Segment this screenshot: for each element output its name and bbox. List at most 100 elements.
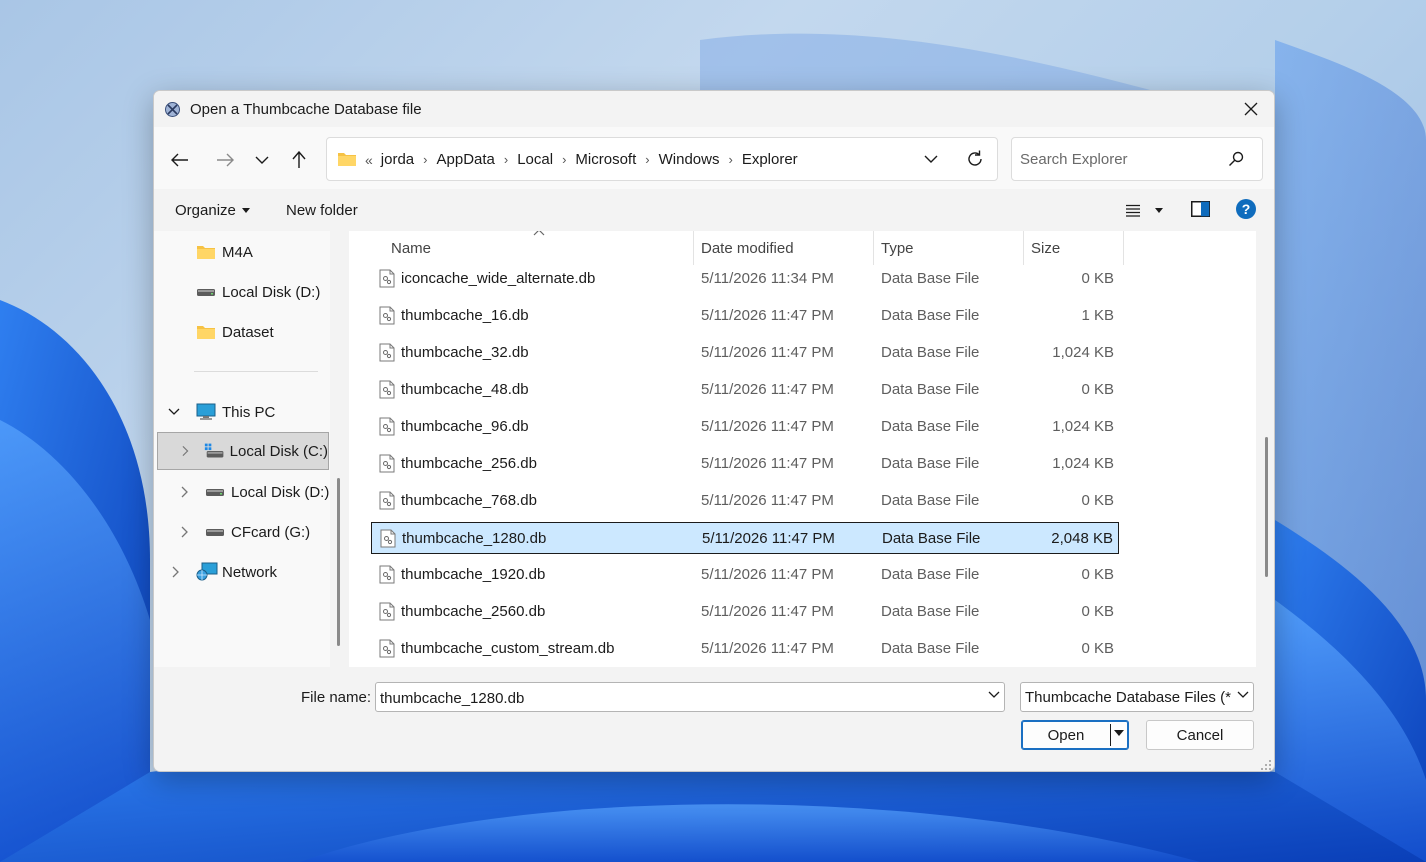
nav-item-cfcard-g[interactable]: CFcard (G:) <box>181 516 310 548</box>
refresh-icon[interactable] <box>965 149 985 169</box>
forward-button[interactable] <box>211 146 239 174</box>
address-dropdown-chevron-icon[interactable] <box>923 151 939 167</box>
file-row[interactable]: thumbcache_2560.db 5/11/2026 11:47 PM Data… <box>371 596 1119 628</box>
search-icon[interactable] <box>1228 151 1244 167</box>
preview-pane-icon[interactable] <box>1191 201 1210 217</box>
nav-item-local-disk-d-quick[interactable]: Local Disk (D:) <box>196 276 320 308</box>
arrow-right-icon <box>217 153 234 167</box>
file-size: 0 KB <box>1081 566 1114 583</box>
chevron-right-icon[interactable]: › <box>504 152 508 167</box>
open-button[interactable]: Open <box>1021 720 1129 750</box>
column-header-date-modified[interactable]: Date modified <box>701 231 794 265</box>
file-row[interactable]: thumbcache_16.db 5/11/2026 11:47 PM Data B… <box>371 300 1119 332</box>
file-name: thumbcache_256.db <box>401 455 537 472</box>
back-button[interactable] <box>166 146 194 174</box>
column-header-type[interactable]: Type <box>881 231 914 265</box>
file-type-select[interactable]: Thumbcache Database Files (*.db) <box>1020 682 1254 712</box>
database-file-icon <box>380 529 396 548</box>
chevron-right-icon[interactable] <box>172 566 180 578</box>
column-divider[interactable] <box>693 231 694 265</box>
file-type: Data Base File <box>881 381 980 398</box>
file-name-input[interactable] <box>380 688 970 708</box>
chevron-right-icon[interactable] <box>181 486 189 498</box>
file-name: thumbcache_1920.db <box>401 566 546 583</box>
folder-icon <box>197 326 215 339</box>
nav-item-dataset[interactable]: Dataset <box>196 316 274 348</box>
breadcrumb-appdata[interactable]: AppData <box>437 151 495 168</box>
database-file-icon <box>379 565 395 584</box>
help-icon[interactable]: ? <box>1236 199 1256 219</box>
view-list-icon[interactable] <box>1125 204 1141 218</box>
navigation-scrollbar[interactable] <box>337 478 340 646</box>
file-row[interactable]: thumbcache_32.db 5/11/2026 11:47 PM Data B… <box>371 337 1119 369</box>
breadcrumb-jorda[interactable]: jorda <box>381 151 414 168</box>
file-date-modified: 5/11/2026 11:47 PM <box>701 640 834 657</box>
column-header-size[interactable]: Size <box>1031 231 1060 265</box>
file-size: 0 KB <box>1081 603 1114 620</box>
search-input[interactable] <box>1020 148 1220 170</box>
file-row[interactable]: thumbcache_256.db 5/11/2026 11:47 PM Data … <box>371 448 1119 480</box>
new-folder-button[interactable]: New folder <box>286 202 358 219</box>
file-size: 1,024 KB <box>1052 418 1114 435</box>
file-date-modified: 5/11/2026 11:47 PM <box>701 418 834 435</box>
chevron-down-icon[interactable] <box>168 408 180 416</box>
file-date-modified: 5/11/2026 11:47 PM <box>701 492 834 509</box>
breadcrumb-windows[interactable]: Windows <box>659 151 720 168</box>
chevron-down-icon[interactable] <box>1237 691 1249 699</box>
chevron-right-icon[interactable]: › <box>645 152 649 167</box>
file-row[interactable]: thumbcache_48.db 5/11/2026 11:47 PM Data B… <box>371 374 1119 406</box>
chevron-right-icon[interactable]: › <box>728 152 732 167</box>
database-file-icon <box>379 343 395 362</box>
file-type: Data Base File <box>881 270 980 287</box>
view-options-caret-icon[interactable] <box>1155 208 1163 213</box>
navigation-pane: M4A Local Disk (D:) Dataset This PC Loca… <box>154 231 330 667</box>
organize-button[interactable]: Organize <box>175 202 250 219</box>
file-row[interactable]: iconcache_wide_alternate.db 5/11/2026 11:… <box>371 263 1119 295</box>
chevron-down-icon <box>255 156 269 164</box>
file-row[interactable]: thumbcache_768.db 5/11/2026 11:47 PM Data … <box>371 485 1119 517</box>
nav-item-label: Dataset <box>222 323 274 341</box>
cancel-button[interactable]: Cancel <box>1146 720 1254 750</box>
chevron-right-icon[interactable] <box>181 526 189 538</box>
up-button[interactable] <box>285 146 313 174</box>
caret-down-icon[interactable] <box>1114 730 1124 736</box>
chevron-right-icon[interactable] <box>182 445 189 457</box>
file-type-value: Thumbcache Database Files (*.db) <box>1025 689 1231 706</box>
file-row[interactable]: thumbcache_1280.db 5/11/2026 11:47 PM Data… <box>371 522 1119 554</box>
chevron-down-icon[interactable] <box>988 691 1000 699</box>
column-header-name[interactable]: Name <box>391 231 431 265</box>
chevron-right-icon[interactable]: › <box>562 152 566 167</box>
nav-item-local-disk-c[interactable]: Local Disk (C:) <box>157 432 329 470</box>
chevron-right-icon[interactable]: › <box>423 152 427 167</box>
file-row[interactable]: thumbcache_96.db 5/11/2026 11:47 PM Data B… <box>371 411 1119 443</box>
nav-item-local-disk-d[interactable]: Local Disk (D:) <box>181 476 329 508</box>
recent-locations-button[interactable] <box>248 146 276 174</box>
file-size: 0 KB <box>1081 270 1114 287</box>
file-row[interactable]: thumbcache_1920.db 5/11/2026 11:47 PM Data… <box>371 559 1119 591</box>
file-date-modified: 5/11/2026 11:47 PM <box>701 344 834 361</box>
file-type: Data Base File <box>881 603 980 620</box>
resize-grip-icon[interactable] <box>1260 759 1272 771</box>
dialog-title: Open a Thumbcache Database file <box>190 101 422 118</box>
file-name-combobox[interactable] <box>375 682 1005 712</box>
nav-item-label: Local Disk (D:) <box>222 283 321 301</box>
file-date-modified: 5/11/2026 11:47 PM <box>701 603 834 620</box>
column-divider[interactable] <box>1123 231 1124 265</box>
search-box[interactable] <box>1011 137 1263 181</box>
file-row[interactable]: thumbcache_custom_stream.db 5/11/2026 11:… <box>371 633 1119 665</box>
nav-item-network[interactable]: Network <box>172 556 277 588</box>
breadcrumb-explorer[interactable]: Explorer <box>742 151 798 168</box>
column-divider[interactable] <box>873 231 874 265</box>
breadcrumb-microsoft[interactable]: Microsoft <box>575 151 636 168</box>
nav-item-m4a[interactable]: M4A <box>196 236 253 268</box>
nav-item-label: CFcard (G:) <box>231 523 311 541</box>
file-list-scrollbar[interactable] <box>1265 437 1268 577</box>
close-button[interactable] <box>1228 91 1274 127</box>
file-name: thumbcache_48.db <box>401 381 529 398</box>
address-bar[interactable]: « jorda › AppData › Local › Microsoft › … <box>326 137 998 181</box>
nav-divider <box>194 371 318 372</box>
breadcrumb-overflow[interactable]: « <box>365 152 373 168</box>
breadcrumb-local[interactable]: Local <box>517 151 553 168</box>
column-divider[interactable] <box>1023 231 1024 265</box>
nav-item-this-pc[interactable]: This PC <box>168 396 275 428</box>
